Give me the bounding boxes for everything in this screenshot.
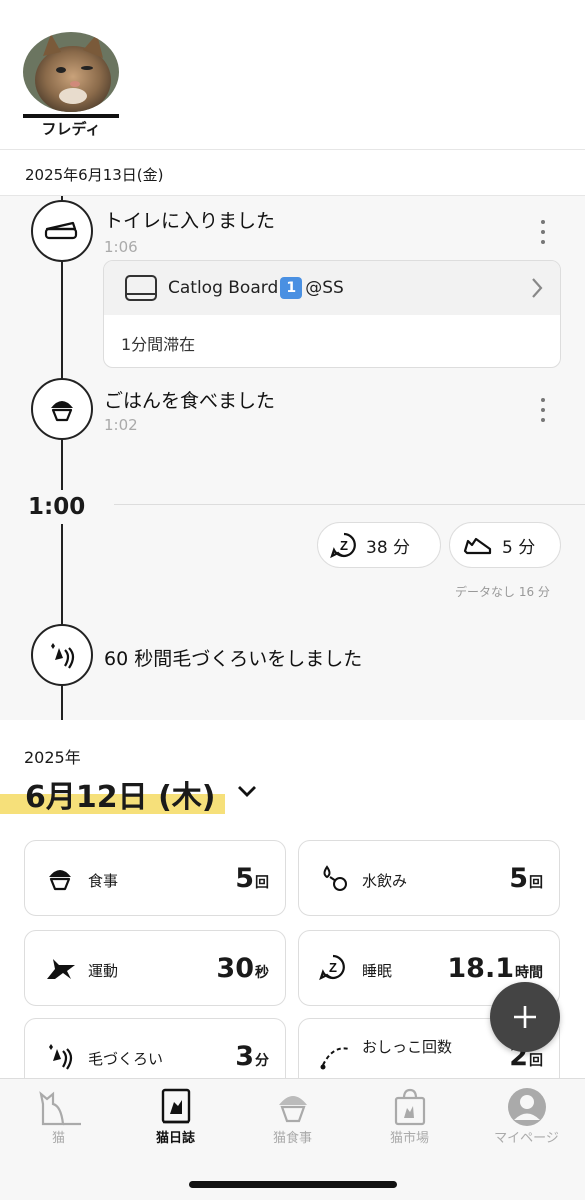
svg-text:Z: Z xyxy=(340,538,348,553)
event-title[interactable]: トイレに入りました xyxy=(104,206,275,233)
device-detail: 1分間滞在 xyxy=(121,335,196,354)
stat-label: おしっこ回数 xyxy=(362,1038,453,1056)
water-drink-icon xyxy=(323,865,347,891)
pee-icon xyxy=(320,1047,350,1070)
pet-tab[interactable]: フレディ xyxy=(23,32,119,139)
diary-icon xyxy=(161,1088,190,1124)
grooming-icon xyxy=(49,1044,73,1070)
grooming-icon xyxy=(31,624,93,686)
stat-label: 水飲み xyxy=(362,872,408,890)
stat-card-water[interactable]: 水飲み 5回 xyxy=(298,840,560,916)
event-title[interactable]: 60 秒間毛づくろいをしました xyxy=(104,644,362,671)
rest-duration-pill[interactable]: 5 分 xyxy=(449,522,561,568)
chevron-down-icon[interactable] xyxy=(235,782,259,800)
cat-food-icon xyxy=(278,1096,307,1123)
stat-value: 5回 xyxy=(509,863,543,894)
pet-name: フレディ xyxy=(41,120,101,138)
header: フレディ xyxy=(0,0,585,150)
stat-value: 5回 xyxy=(235,863,269,894)
current-date: 2025年6月13日(金) xyxy=(0,151,585,196)
event-time: 1:06 xyxy=(104,238,138,256)
stat-card-exercise[interactable]: 運動 30秒 xyxy=(24,930,286,1006)
stat-value: 30秒 xyxy=(216,953,269,984)
chevron-right-icon[interactable] xyxy=(530,277,544,299)
running-cat-icon xyxy=(47,959,75,979)
device-header[interactable]: Catlog Board 1 @SS xyxy=(104,261,560,315)
nav-item-cat-food[interactable]: 猫食事 xyxy=(234,1087,351,1146)
nav-label: 猫日誌 xyxy=(155,1131,195,1146)
rest-duration: 5 分 xyxy=(502,537,536,558)
stat-label: 睡眠 xyxy=(362,962,393,980)
nav-label: 猫市場 xyxy=(389,1131,429,1146)
no-data-label: データなし 16 分 xyxy=(455,585,550,599)
more-options-icon[interactable] xyxy=(538,398,548,422)
nav-label: マイページ xyxy=(494,1131,559,1146)
plus-icon xyxy=(514,1006,536,1028)
nav-label: 猫食事 xyxy=(272,1131,312,1146)
shopping-bag-icon xyxy=(394,1088,425,1126)
nav-item-market[interactable]: 猫市場 xyxy=(351,1087,468,1146)
nav-item-diary[interactable]: 猫日誌 xyxy=(117,1087,234,1146)
nav-item-cat[interactable]: 猫 xyxy=(0,1087,117,1146)
device-location: @SS xyxy=(305,278,344,298)
summary-date[interactable]: 6月12日 (木) xyxy=(25,772,216,816)
litter-box-icon xyxy=(31,200,93,262)
pet-avatar[interactable] xyxy=(23,32,119,112)
cat-lying-icon xyxy=(463,537,492,555)
user-icon xyxy=(507,1088,546,1126)
active-tab-indicator xyxy=(23,114,119,118)
home-indicator xyxy=(189,1181,397,1188)
svg-text:Z: Z xyxy=(329,960,337,975)
stat-card-food[interactable]: 食事 5回 xyxy=(24,840,286,916)
hour-divider xyxy=(114,504,585,505)
stat-value: 18.1時間 xyxy=(447,953,543,984)
stat-value: 3分 xyxy=(235,1041,269,1072)
stat-label: 運動 xyxy=(88,962,119,980)
nav-label: 猫 xyxy=(51,1131,65,1146)
more-options-icon[interactable] xyxy=(538,220,548,244)
summary-year: 2025年 xyxy=(24,748,81,767)
food-bowl-icon xyxy=(49,870,71,891)
device-name: Catlog Board xyxy=(168,278,279,298)
sleep-duration: 38 分 xyxy=(366,537,411,558)
sleep-duration-pill[interactable]: Z 38 分 xyxy=(317,522,441,568)
timeline: トイレに入りました 1:06 Catlog Board 1 @SS 1分間滞在 … xyxy=(0,196,585,720)
catlog-board-icon xyxy=(125,275,157,301)
sleep-icon: Z xyxy=(330,532,356,559)
event-time: 1:02 xyxy=(104,416,138,434)
device-number-badge: 1 xyxy=(280,277,303,299)
stat-label: 食事 xyxy=(88,872,119,890)
sleep-icon: Z xyxy=(319,954,345,981)
nav-item-mypage[interactable]: マイページ xyxy=(468,1087,585,1146)
device-card[interactable]: Catlog Board 1 @SS 1分間滞在 xyxy=(103,260,561,368)
hour-label: 1:00 xyxy=(28,490,86,524)
stat-label: 毛づくろい xyxy=(88,1050,164,1068)
cat-icon xyxy=(38,1091,81,1126)
food-bowl-icon xyxy=(31,378,93,440)
event-title[interactable]: ごはんを食べました xyxy=(104,386,275,413)
add-entry-button[interactable] xyxy=(490,982,560,1052)
